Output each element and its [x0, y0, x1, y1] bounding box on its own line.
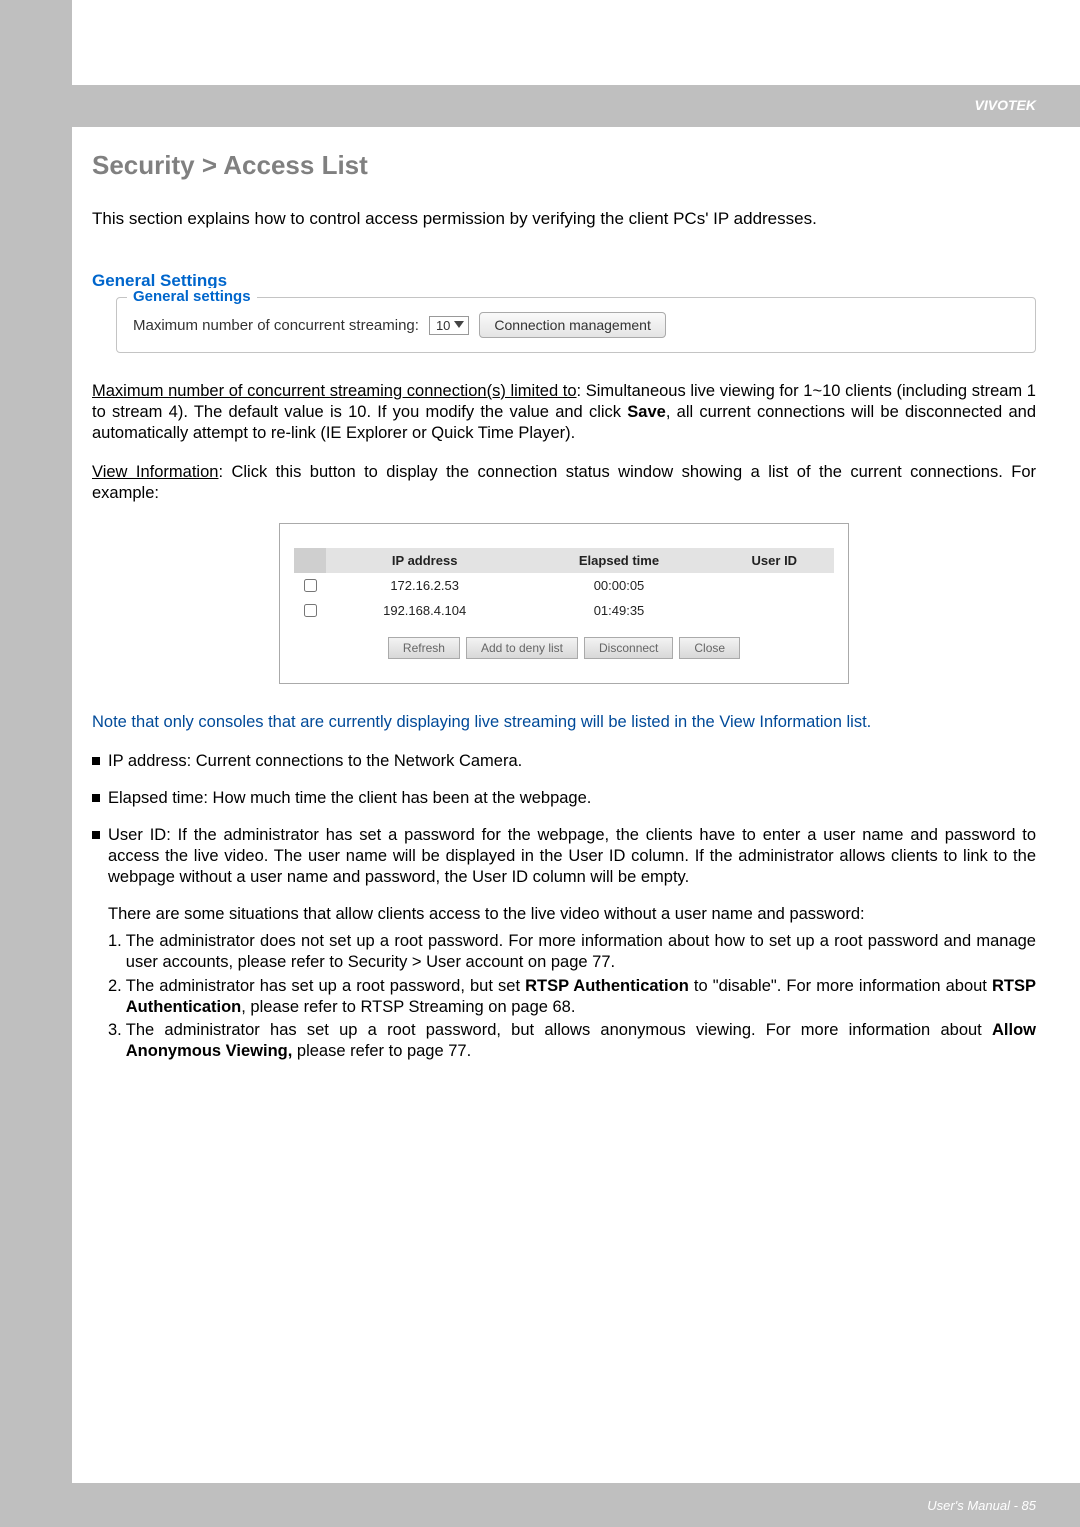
connection-table: IP address Elapsed time User ID 172.16.2… — [294, 548, 834, 623]
bullet-elapsed-text: Elapsed time: How much time the client h… — [108, 788, 1036, 809]
bullet-elapsed-time: Elapsed time: How much time the client h… — [92, 788, 1036, 809]
cell-elapsed: 01:49:35 — [523, 598, 714, 623]
num-1: 1. — [108, 931, 122, 973]
brand-label: VIVOTEK — [975, 97, 1036, 113]
general-settings-fieldset: General settings Maximum number of concu… — [116, 297, 1036, 353]
connection-button-row: Refresh Add to deny list Disconnect Clos… — [294, 637, 834, 659]
add-to-deny-button[interactable]: Add to deny list — [466, 637, 578, 659]
table-row: 172.16.2.53 00:00:05 — [294, 573, 834, 598]
num-2: 2. — [108, 976, 122, 1018]
rtsp-auth-bold-1: RTSP Authentication — [525, 977, 689, 995]
view-information-paragraph: View Information: Click this button to d… — [92, 462, 1036, 504]
situation-1: 1. The administrator does not set up a r… — [108, 931, 1036, 973]
situation-3: 3. The administrator has set up a root p… — [108, 1020, 1036, 1062]
view-information-underline: View Information — [92, 463, 218, 481]
situation-2-text: The administrator has set up a root pass… — [126, 976, 1036, 1018]
left-margin-bar — [0, 0, 72, 1527]
concurrent-streaming-value: 10 — [436, 318, 450, 333]
close-button[interactable]: Close — [679, 637, 740, 659]
refresh-button[interactable]: Refresh — [388, 637, 460, 659]
bullet-ip-address: IP address: Current connections to the N… — [92, 751, 1036, 772]
header-elapsed: Elapsed time — [523, 548, 714, 573]
bullet-square-icon — [92, 757, 100, 765]
header-userid: User ID — [715, 548, 834, 573]
connection-management-button[interactable]: Connection management — [479, 312, 665, 338]
situations-list: 1. The administrator does not set up a r… — [108, 931, 1036, 1062]
page-title: Security > Access List — [92, 150, 1036, 181]
table-row: 192.168.4.104 01:49:35 — [294, 598, 834, 623]
max-concurrent-underline: Maximum number of concurrent streaming c… — [92, 382, 577, 400]
view-information-text: : Click this button to display the conne… — [92, 463, 1036, 502]
save-bold: Save — [627, 403, 666, 421]
note-text: Note that only consoles that are current… — [92, 712, 1036, 733]
concurrent-streaming-label: Maximum number of concurrent streaming: — [133, 317, 419, 334]
header-bar: VIVOTEK — [0, 85, 1080, 127]
cell-ip: 172.16.2.53 — [326, 573, 523, 598]
bullet-user-text: User ID: If the administrator has set a … — [108, 825, 1036, 888]
header-ip: IP address — [326, 548, 523, 573]
situation-3-text: The administrator has set up a root pass… — [126, 1020, 1036, 1062]
bullet-square-icon — [92, 794, 100, 802]
fieldset-legend: General settings — [127, 288, 257, 305]
cell-user — [715, 598, 834, 623]
cell-ip: 192.168.4.104 — [326, 598, 523, 623]
situation-1-text: The administrator does not set up a root… — [126, 931, 1036, 973]
allow-anon-bold: Allow Anonymous Viewing, — [126, 1021, 1036, 1060]
cell-user — [715, 573, 834, 598]
situation-2: 2. The administrator has set up a root p… — [108, 976, 1036, 1018]
row-checkbox[interactable] — [304, 604, 317, 617]
footer-page-label: User's Manual - 85 — [927, 1498, 1036, 1513]
concurrent-streaming-select[interactable]: 10 — [429, 316, 469, 335]
bullet-user-id: User ID: If the administrator has set a … — [92, 825, 1036, 888]
concurrent-streaming-row: Maximum number of concurrent streaming: … — [133, 312, 1019, 338]
footer-bar: User's Manual - 85 — [0, 1483, 1080, 1527]
num-3: 3. — [108, 1020, 122, 1062]
disconnect-button[interactable]: Disconnect — [584, 637, 673, 659]
cell-elapsed: 00:00:05 — [523, 573, 714, 598]
situations-intro: There are some situations that allow cli… — [108, 904, 1036, 925]
table-header-row: IP address Elapsed time User ID — [294, 548, 834, 573]
bullet-ip-text: IP address: Current connections to the N… — [108, 751, 1036, 772]
row-checkbox[interactable] — [304, 579, 317, 592]
page-content: Security > Access List This section expl… — [92, 150, 1036, 1064]
chevron-down-icon — [454, 321, 464, 329]
connection-table-panel: IP address Elapsed time User ID 172.16.2… — [279, 523, 849, 684]
bullet-square-icon — [92, 831, 100, 839]
max-concurrent-paragraph: Maximum number of concurrent streaming c… — [92, 381, 1036, 444]
header-checkbox-col — [294, 548, 326, 573]
intro-paragraph: This section explains how to control acc… — [92, 209, 1036, 229]
